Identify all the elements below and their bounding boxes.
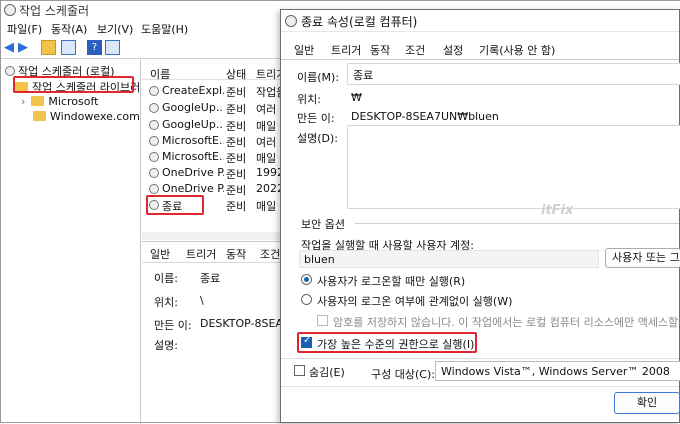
location-value: ₩ xyxy=(351,91,362,104)
tab-triggers[interactable]: 트리거 xyxy=(186,246,216,262)
clock-icon xyxy=(285,15,297,27)
configure-value: Windows Vista™, Windows Server™ 2008 xyxy=(441,365,670,378)
radio-logged-on-label[interactable]: 사용자가 로그온할 때만 실행(R) xyxy=(317,273,465,289)
radio-any-logon[interactable] xyxy=(301,294,312,305)
table-row[interactable]: CreateExpl...준비작업을 xyxy=(142,83,282,99)
menu-view[interactable]: 보기(V) xyxy=(97,21,133,37)
tree-item-microsoft[interactable]: › Microsoft xyxy=(21,95,98,108)
watermark: itFix xyxy=(541,203,574,218)
col-name[interactable]: 이름 xyxy=(150,66,170,82)
detail-author-label: 만든 이: xyxy=(154,319,192,332)
name-value: 종료 xyxy=(353,69,374,82)
user-account-field: bluen xyxy=(299,250,599,268)
table-row[interactable]: GoogleUp... 준비 매일 xyxy=(142,117,282,133)
tab-general[interactable]: 일반 xyxy=(294,42,314,58)
configure-select[interactable]: Windows Vista™, Windows Server™ 2008 xyxy=(435,361,680,381)
detail-location-label: 위치: xyxy=(154,296,178,309)
ok-label: 확인 xyxy=(636,396,658,409)
tree-item-windowexe[interactable]: Windowexe.com xyxy=(33,110,140,123)
table-row[interactable]: MicrosoftE... 준비 매일 xyxy=(142,149,282,165)
horizontal-scrollbar[interactable] xyxy=(142,232,282,240)
name-label: 이름(M): xyxy=(297,71,340,84)
highlight-task-row xyxy=(146,195,204,215)
configure-label: 구성 대상(C): xyxy=(371,368,435,381)
clock-icon xyxy=(149,86,159,96)
radio-any-logon-label[interactable]: 사용자의 로그온 여부에 관계없이 실행(W) xyxy=(317,293,512,309)
hidden-checkbox[interactable] xyxy=(294,365,305,376)
ok-button[interactable]: 확인 xyxy=(614,392,680,414)
tab-general[interactable]: 일반 xyxy=(150,246,170,262)
clock-icon xyxy=(149,152,159,162)
highlight-library xyxy=(13,76,134,93)
task-properties-dialog: 종료 속성(로컬 컴퓨터) 일반 트리거 동작 조건 설정 기록(사용 안 함)… xyxy=(280,9,680,423)
description-label: 설명(D): xyxy=(297,132,338,145)
author-label: 만든 이: xyxy=(297,112,335,125)
clock-icon xyxy=(149,136,159,146)
detail-desc-label: 설명: xyxy=(154,339,178,352)
folder-icon xyxy=(33,111,46,121)
dialog-title: 종료 속성(로컬 컴퓨터) xyxy=(301,15,418,29)
show-pane-icon[interactable] xyxy=(61,40,76,55)
menu-file[interactable]: 파일(F) xyxy=(7,21,42,37)
security-group-line xyxy=(355,223,679,224)
back-icon[interactable]: ◀ xyxy=(4,40,19,55)
detail-location-value: \ xyxy=(200,294,204,307)
folder-up-icon[interactable] xyxy=(41,40,56,55)
hidden-label[interactable]: 숨김(E) xyxy=(309,364,345,380)
description-field[interactable] xyxy=(347,125,680,209)
chevron-right-icon: › xyxy=(21,95,26,108)
clock-icon xyxy=(149,103,159,113)
tree-item-label: Windowexe.com xyxy=(50,110,140,123)
list-header: 이름 상태 트리거 xyxy=(142,64,282,82)
tab-history[interactable]: 기록(사용 안 함) xyxy=(479,42,555,58)
clock-icon xyxy=(149,168,159,178)
user-account-value: bluen xyxy=(304,253,335,266)
col-status[interactable]: 상태 xyxy=(226,66,246,82)
change-user-label: 사용자 또는 그 xyxy=(612,251,680,264)
radio-logged-on[interactable] xyxy=(301,274,312,285)
forward-icon[interactable]: ▶ xyxy=(18,40,33,55)
tab-actions[interactable]: 동작 xyxy=(370,42,390,58)
no-store-password-checkbox[interactable] xyxy=(317,315,328,326)
tab-settings[interactable]: 설정 xyxy=(443,42,463,58)
window-title: 작업 스케줄러 xyxy=(19,4,90,18)
bottom-divider xyxy=(281,358,679,359)
location-label: 위치: xyxy=(297,93,321,106)
clock-icon xyxy=(149,184,159,194)
detail-tab-line xyxy=(142,262,282,263)
clock-icon xyxy=(149,120,159,130)
tab-actions[interactable]: 동작 xyxy=(226,246,246,262)
dialog-titlebar: 종료 속성(로컬 컴퓨터) xyxy=(281,10,679,32)
clock-icon xyxy=(4,4,16,16)
tab-conditions[interactable]: 조건 xyxy=(405,42,425,58)
col-trigger[interactable]: 트리거 xyxy=(256,66,282,82)
action-pane-icon[interactable] xyxy=(105,40,120,55)
menu-action[interactable]: 동작(A) xyxy=(51,21,87,37)
change-user-button[interactable]: 사용자 또는 그 xyxy=(605,248,680,268)
author-value: DESKTOP-8SEA7UN₩bluen xyxy=(351,110,499,123)
detail-name-label: 이름: xyxy=(154,272,178,285)
table-row[interactable]: OneDrive P...준비1992- xyxy=(142,165,282,181)
security-options-header: 보안 옵션 xyxy=(301,218,345,231)
tab-divider xyxy=(281,59,679,60)
highlight-privileges xyxy=(297,332,477,353)
tab-triggers[interactable]: 트리거 xyxy=(331,42,361,58)
tree-item-label: Microsoft xyxy=(48,95,99,108)
table-row[interactable]: MicrosoftE... 준비 여러 xyxy=(142,133,282,149)
footer-divider xyxy=(281,386,679,387)
help-icon[interactable]: ? xyxy=(87,40,102,55)
detail-name-value: 종료 xyxy=(200,272,221,285)
name-field[interactable]: 종료 xyxy=(347,63,680,85)
detail-pane: 일반 트리거 동작 조건 이름: 종료 위치: \ 만든 이: DESKTOP-… xyxy=(142,241,298,424)
tree-pane: 작업 스케줄러 (로컬) 작업 스케줄러 라이브러 › Microsoft Win… xyxy=(1,60,141,424)
table-row[interactable]: GoogleUp... 준비 여러 xyxy=(142,100,282,116)
tab-conditions[interactable]: 조건 xyxy=(260,246,282,262)
no-store-password-label[interactable]: 암호를 저장하지 않습니다. 이 작업에서는 로컬 컴퓨터 리소스에만 액세스할… xyxy=(333,314,679,330)
folder-icon xyxy=(31,96,45,106)
menu-help[interactable]: 도움말(H) xyxy=(141,21,188,37)
clock-icon xyxy=(5,66,15,76)
